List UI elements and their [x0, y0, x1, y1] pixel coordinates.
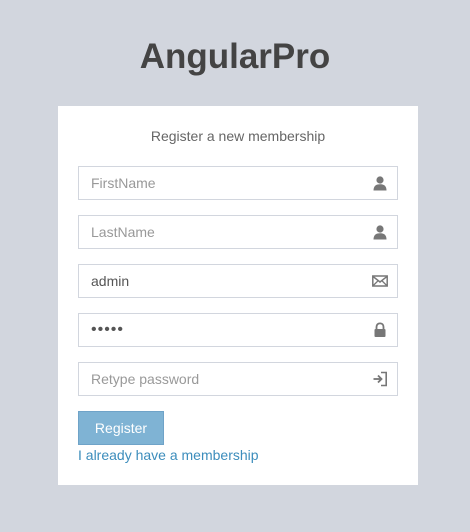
retype-password-input[interactable] — [79, 363, 371, 395]
password-input[interactable] — [79, 314, 371, 346]
already-member-link[interactable]: I already have a membership — [78, 447, 259, 463]
envelope-icon — [372, 273, 388, 289]
first-name-input[interactable] — [79, 167, 371, 199]
app-logo: AngularPro — [139, 37, 331, 76]
retype-password-field-group — [78, 362, 398, 396]
register-message: Register a new membership — [150, 128, 326, 144]
register-button[interactable]: Register — [78, 411, 164, 445]
user-icon — [372, 224, 388, 240]
last-name-field-group — [78, 215, 398, 249]
lock-icon — [372, 322, 388, 338]
first-name-field-group — [78, 166, 398, 200]
sign-in-icon — [372, 371, 388, 387]
email-field-group — [78, 264, 398, 298]
email-input[interactable] — [79, 265, 371, 297]
last-name-input[interactable] — [79, 216, 371, 248]
register-box: Register a new membership FirstName Last… — [58, 106, 418, 485]
password-field-group — [78, 313, 398, 347]
user-icon — [372, 175, 388, 191]
